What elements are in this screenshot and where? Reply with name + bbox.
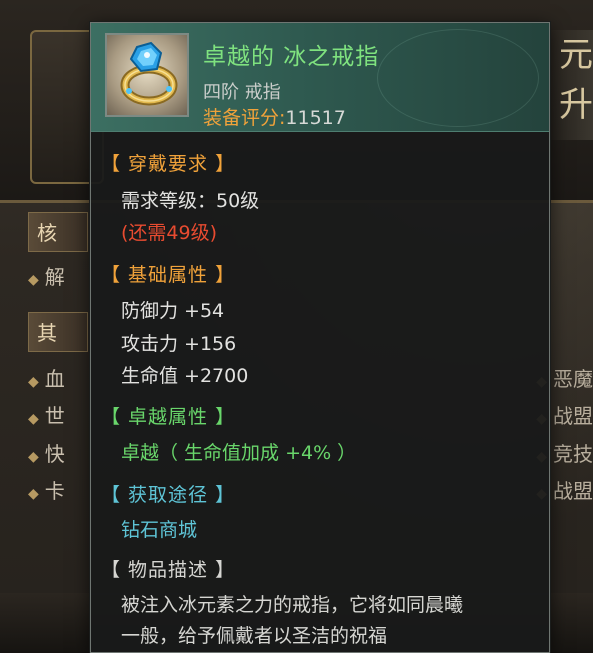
background-row-label: 卡 <box>44 479 65 503</box>
background-row-label: 战盟 <box>553 479 593 503</box>
tooltip-header: 卓越的 冰之戒指 四阶 戒指 装备评分:11517 <box>91 23 549 132</box>
background-row[interactable]: ◆ 解 <box>28 262 65 292</box>
item-type: 四阶 戒指 <box>203 82 281 103</box>
background-row[interactable]: ◆ 快 <box>28 439 65 469</box>
background-section-1: 核 <box>28 212 88 252</box>
background-title: 元 升 <box>543 30 593 140</box>
header-decoration <box>377 29 539 127</box>
base-attributes-title: 【 基础属性 】 <box>101 264 236 286</box>
description-line-2: 一般，给予佩戴者以圣洁的祝福 <box>121 625 388 647</box>
background-title-char-1: 元 <box>559 35 593 75</box>
background-row-label: 血 <box>44 367 65 391</box>
background-title-char-2: 升 <box>559 85 593 125</box>
item-score-label: 装备评分: <box>203 107 286 129</box>
background-section-2: 其 <box>28 312 88 352</box>
background-row-label: 快 <box>44 442 65 466</box>
background-row[interactable]: ◆ 血 <box>28 364 65 394</box>
item-icon-frame[interactable] <box>105 33 189 117</box>
item-name: 卓越的 冰之戒指 <box>203 44 380 70</box>
obtain-source: 钻石商城 <box>121 519 198 541</box>
item-score-value: 11517 <box>285 107 346 129</box>
bullet-icon: ◆ <box>28 272 39 288</box>
obtain-title: 【 获取途径 】 <box>101 484 236 506</box>
bullet-icon: ◆ <box>28 449 39 465</box>
ice-ring-icon <box>120 41 178 106</box>
level-remaining: (还需49级) <box>121 222 218 244</box>
background-row-label: 竞技 <box>553 442 593 466</box>
bullet-icon: ◆ <box>28 486 39 502</box>
excellent-attributes-title: 【 卓越属性 】 <box>101 406 236 428</box>
background-row[interactable]: ◆ 世 <box>28 401 65 431</box>
background-row-label: 战盟 <box>553 404 593 428</box>
background-row[interactable]: ◆ 卡 <box>28 476 65 506</box>
bullet-icon: ◆ <box>28 374 39 390</box>
bullet-icon: ◆ <box>28 411 39 427</box>
excellent-attribute: 卓越（ 生命值加成 +4% ） <box>121 442 357 464</box>
attribute-defense: 防御力 +54 <box>121 300 225 322</box>
attribute-attack: 攻击力 +156 <box>121 333 237 355</box>
description-title: 【 物品描述 】 <box>101 559 236 581</box>
item-tooltip: 卓越的 冰之戒指 四阶 戒指 装备评分:11517 【 穿戴要求 】 需求等级：… <box>90 22 550 653</box>
background-row-label: 世 <box>44 404 65 428</box>
description-line-1: 被注入冰元素之力的戒指，它将如同晨曦 <box>121 594 464 616</box>
required-level: 需求等级：50级 <box>121 190 260 212</box>
item-score: 装备评分:11517 <box>203 103 346 130</box>
background-row-label: 恶魔 <box>553 367 593 391</box>
attribute-hp: 生命值 +2700 <box>121 365 249 387</box>
requirements-title: 【 穿戴要求 】 <box>101 153 236 175</box>
background-row-label: 解 <box>44 265 65 289</box>
